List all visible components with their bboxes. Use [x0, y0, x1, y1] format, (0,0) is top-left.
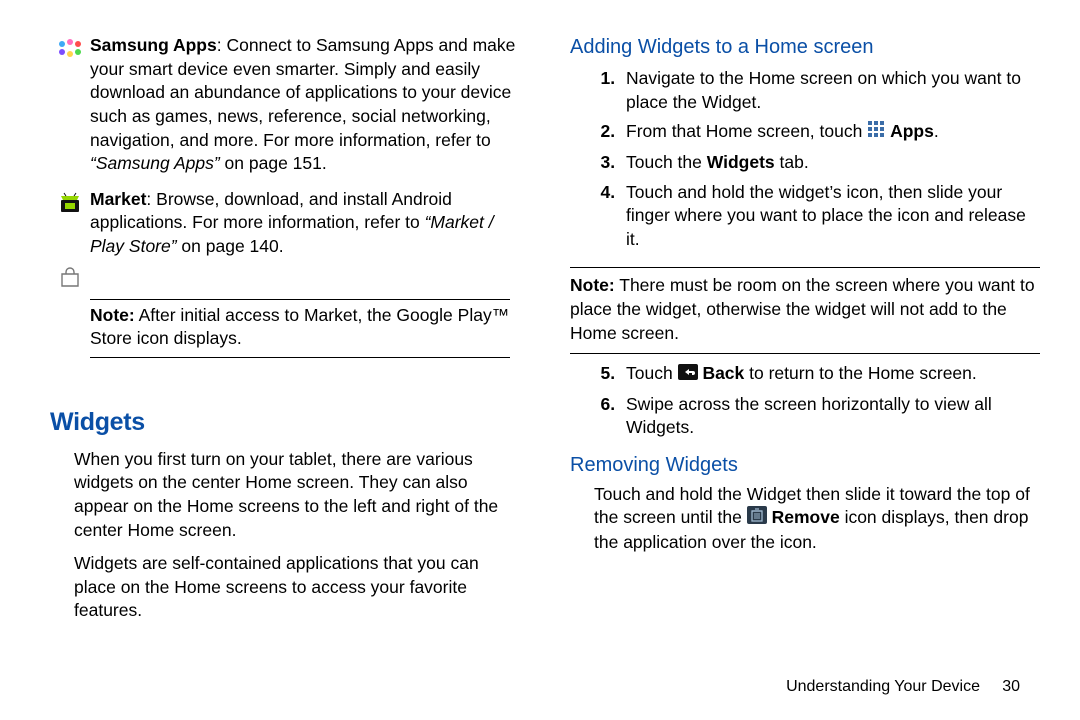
widgets-p2: Widgets are self-contained applications …	[50, 552, 520, 623]
note-rule-top	[570, 267, 1040, 268]
playstore-icon-row	[50, 263, 520, 289]
footer-page-number: 30	[1002, 678, 1020, 695]
samsung-apps-text2: on page 151.	[220, 153, 327, 173]
trash-icon	[747, 506, 767, 531]
back-icon	[678, 363, 698, 387]
note-rule-bottom	[570, 353, 1040, 354]
rule-bottom	[90, 357, 510, 358]
step-1-text: Navigate to the Home screen on which you…	[626, 68, 1021, 112]
step-2-b: Apps	[890, 121, 934, 141]
step-1: Navigate to the Home screen on which you…	[620, 67, 1040, 114]
market-text2: on page 140.	[177, 236, 284, 256]
step-2-a: From that Home screen, touch	[626, 121, 867, 141]
step-5: Touch Back to return to the Home screen.	[620, 362, 1040, 386]
page-footer: Understanding Your Device 30	[786, 676, 1020, 698]
samsung-apps-icon	[50, 34, 90, 58]
right-column: Adding Widgets to a Home screen Navigate…	[570, 34, 1040, 670]
remove-widgets-para: Touch and hold the Widget then slide it …	[570, 483, 1040, 555]
market-note-label: Note:	[90, 305, 135, 325]
market-note: Note: After initial access to Market, th…	[50, 304, 520, 351]
left-column: Samsung Apps: Connect to Samsung Apps an…	[50, 34, 520, 670]
note-text: There must be room on the screen where y…	[570, 275, 1035, 342]
step-5-a: Touch	[626, 363, 678, 383]
step-3-c: tab.	[775, 152, 809, 172]
adding-widgets-heading: Adding Widgets to a Home screen	[570, 34, 1040, 61]
samsung-apps-item: Samsung Apps: Connect to Samsung Apps an…	[50, 34, 520, 176]
step-4: Touch and hold the widget’s icon, then s…	[620, 181, 1040, 252]
widgets-p1: When you first turn on your tablet, ther…	[50, 448, 520, 543]
footer-section: Understanding Your Device	[786, 678, 980, 695]
step-4-text: Touch and hold the widget’s icon, then s…	[626, 182, 1026, 249]
remove-b: Remove	[772, 507, 840, 527]
widgets-heading: Widgets	[50, 406, 520, 440]
removing-widgets-heading: Removing Widgets	[570, 452, 1040, 479]
step-5-b: Back	[702, 363, 744, 383]
step-6: Swipe across the screen horizontally to …	[620, 393, 1040, 440]
playstore-icon	[50, 263, 90, 289]
market-note-text: After initial access to Market, the Goog…	[90, 305, 509, 349]
step-5-c: to return to the Home screen.	[744, 363, 976, 383]
market-item: Market: Browse, download, and install An…	[50, 188, 520, 259]
rule-top	[90, 299, 510, 300]
step-3: Touch the Widgets tab.	[620, 151, 1040, 175]
step-3-b: Widgets	[707, 152, 775, 172]
samsung-apps-ref: “Samsung Apps”	[90, 153, 220, 173]
market-label: Market	[90, 189, 146, 209]
note-block: Note: There must be room on the screen w…	[570, 274, 1040, 345]
step-2-c: .	[934, 121, 939, 141]
note-label: Note:	[570, 275, 615, 295]
step-2: From that Home screen, touch Apps.	[620, 120, 1040, 145]
step-6-text: Swipe across the screen horizontally to …	[626, 394, 992, 438]
market-icon	[50, 188, 90, 216]
apps-grid-icon	[867, 120, 885, 145]
samsung-apps-label: Samsung Apps	[90, 35, 217, 55]
step-3-a: Touch the	[626, 152, 707, 172]
